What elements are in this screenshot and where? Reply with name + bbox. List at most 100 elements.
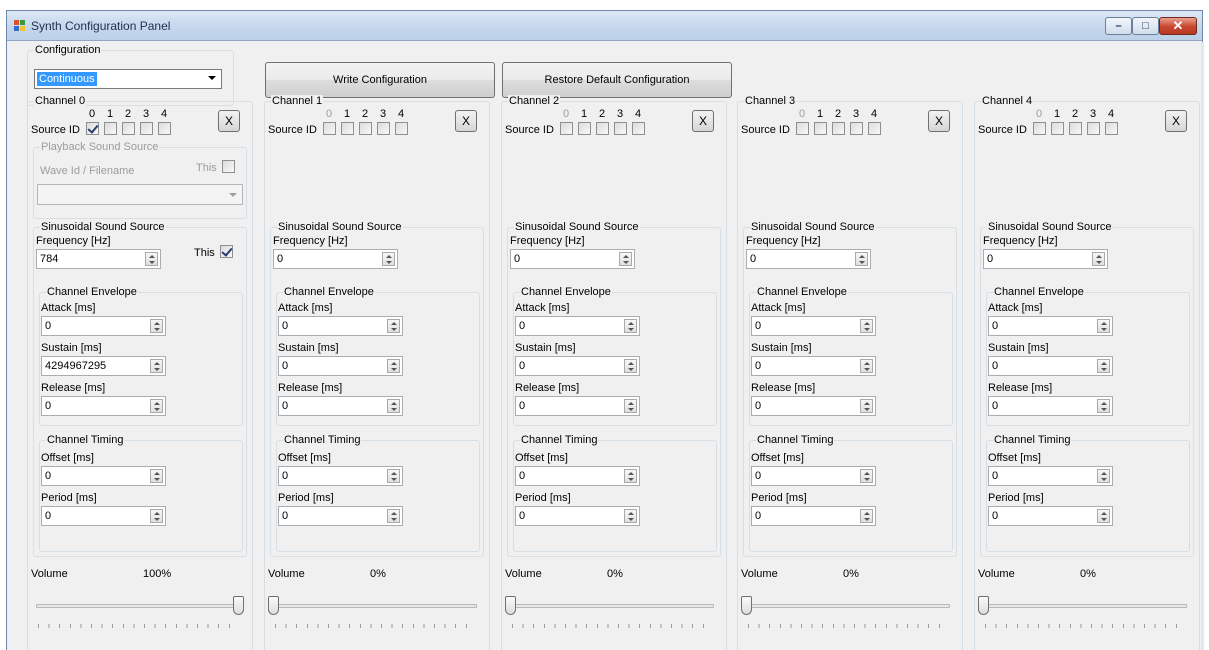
release-input[interactable]: 0 — [515, 396, 640, 416]
volume-slider-track[interactable] — [983, 604, 1187, 608]
spinner-buttons[interactable] — [387, 469, 400, 483]
sustain-input[interactable]: 0 — [515, 356, 640, 376]
remove-channel-2-button[interactable]: X — [692, 110, 714, 132]
attack-input[interactable]: 0 — [41, 316, 166, 336]
spinner-buttons[interactable] — [1097, 399, 1110, 413]
volume-slider-track[interactable] — [273, 604, 477, 608]
release-input[interactable]: 0 — [278, 396, 403, 416]
volume-slider-track[interactable] — [510, 604, 714, 608]
close-button[interactable]: ✕ — [1159, 17, 1197, 35]
period-input[interactable]: 0 — [988, 506, 1113, 526]
source-id-0-checkbox[interactable] — [796, 122, 809, 135]
spinner-buttons[interactable] — [150, 319, 163, 333]
volume-slider-thumb[interactable] — [233, 596, 244, 615]
spinner-buttons[interactable] — [624, 319, 637, 333]
maximize-button[interactable]: □ — [1132, 17, 1159, 35]
source-id-1-checkbox[interactable] — [341, 122, 354, 135]
spinner-buttons[interactable] — [1097, 359, 1110, 373]
attack-input[interactable]: 0 — [515, 316, 640, 336]
volume-slider-thumb[interactable] — [978, 596, 989, 615]
source-id-0-checkbox[interactable] — [86, 122, 99, 135]
sustain-input[interactable]: 0 — [751, 356, 876, 376]
spinner-buttons[interactable] — [860, 319, 873, 333]
release-input[interactable]: 0 — [988, 396, 1113, 416]
release-input[interactable]: 0 — [751, 396, 876, 416]
remove-channel-1-button[interactable]: X — [455, 110, 477, 132]
sine-this-checkbox[interactable] — [220, 245, 233, 258]
spinner-buttons[interactable] — [624, 469, 637, 483]
playback-this-checkbox[interactable] — [222, 160, 235, 173]
offset-input[interactable]: 0 — [278, 466, 403, 486]
sustain-input[interactable]: 4294967295 — [41, 356, 166, 376]
spinner-buttons[interactable] — [1097, 319, 1110, 333]
source-id-2-checkbox[interactable] — [122, 122, 135, 135]
configuration-select[interactable]: Continuous — [34, 69, 222, 89]
source-id-1-checkbox[interactable] — [814, 122, 827, 135]
sustain-input[interactable]: 0 — [988, 356, 1113, 376]
spinner-buttons[interactable] — [619, 252, 632, 266]
restore-default-button[interactable]: Restore Default Configuration — [502, 62, 732, 98]
source-id-3-checkbox[interactable] — [850, 122, 863, 135]
write-configuration-button[interactable]: Write Configuration — [265, 62, 495, 98]
frequency-input[interactable]: 0 — [273, 249, 398, 269]
source-id-1-checkbox[interactable] — [1051, 122, 1064, 135]
source-id-4-checkbox[interactable] — [1105, 122, 1118, 135]
spinner-buttons[interactable] — [855, 252, 868, 266]
source-id-0-checkbox[interactable] — [560, 122, 573, 135]
spinner-buttons[interactable] — [150, 509, 163, 523]
spinner-buttons[interactable] — [387, 509, 400, 523]
minimize-button[interactable]: – — [1105, 17, 1132, 35]
wave-id-select[interactable] — [37, 184, 243, 205]
source-id-2-checkbox[interactable] — [359, 122, 372, 135]
source-id-2-checkbox[interactable] — [596, 122, 609, 135]
source-id-4-checkbox[interactable] — [395, 122, 408, 135]
source-id-1-checkbox[interactable] — [104, 122, 117, 135]
source-id-0-checkbox[interactable] — [1033, 122, 1046, 135]
spinner-buttons[interactable] — [1097, 469, 1110, 483]
volume-slider-thumb[interactable] — [268, 596, 279, 615]
source-id-2-checkbox[interactable] — [832, 122, 845, 135]
frequency-input[interactable]: 0 — [983, 249, 1108, 269]
source-id-4-checkbox[interactable] — [158, 122, 171, 135]
period-input[interactable]: 0 — [278, 506, 403, 526]
source-id-3-checkbox[interactable] — [140, 122, 153, 135]
frequency-input[interactable]: 0 — [510, 249, 635, 269]
volume-slider-track[interactable] — [746, 604, 950, 608]
offset-input[interactable]: 0 — [515, 466, 640, 486]
source-id-3-checkbox[interactable] — [377, 122, 390, 135]
spinner-buttons[interactable] — [1097, 509, 1110, 523]
attack-input[interactable]: 0 — [988, 316, 1113, 336]
source-id-2-checkbox[interactable] — [1069, 122, 1082, 135]
period-input[interactable]: 0 — [515, 506, 640, 526]
offset-input[interactable]: 0 — [988, 466, 1113, 486]
offset-input[interactable]: 0 — [751, 466, 876, 486]
volume-slider-thumb[interactable] — [505, 596, 516, 615]
spinner-buttons[interactable] — [387, 319, 400, 333]
source-id-4-checkbox[interactable] — [868, 122, 881, 135]
period-input[interactable]: 0 — [41, 506, 166, 526]
attack-input[interactable]: 0 — [751, 316, 876, 336]
spinner-buttons[interactable] — [860, 359, 873, 373]
remove-channel-0-button[interactable]: X — [218, 110, 240, 132]
spinner-buttons[interactable] — [382, 252, 395, 266]
spinner-buttons[interactable] — [1092, 252, 1105, 266]
frequency-input[interactable]: 0 — [746, 249, 871, 269]
volume-slider-track[interactable] — [36, 604, 240, 608]
spinner-buttons[interactable] — [860, 469, 873, 483]
source-id-0-checkbox[interactable] — [323, 122, 336, 135]
spinner-buttons[interactable] — [624, 399, 637, 413]
attack-input[interactable]: 0 — [278, 316, 403, 336]
spinner-buttons[interactable] — [387, 399, 400, 413]
spinner-buttons[interactable] — [624, 359, 637, 373]
spinner-buttons[interactable] — [150, 469, 163, 483]
spinner-buttons[interactable] — [145, 252, 158, 266]
spinner-buttons[interactable] — [624, 509, 637, 523]
source-id-4-checkbox[interactable] — [632, 122, 645, 135]
volume-slider-thumb[interactable] — [741, 596, 752, 615]
source-id-1-checkbox[interactable] — [578, 122, 591, 135]
offset-input[interactable]: 0 — [41, 466, 166, 486]
sustain-input[interactable]: 0 — [278, 356, 403, 376]
release-input[interactable]: 0 — [41, 396, 166, 416]
source-id-3-checkbox[interactable] — [614, 122, 627, 135]
title-bar[interactable]: Synth Configuration Panel – □ ✕ — [7, 11, 1202, 41]
